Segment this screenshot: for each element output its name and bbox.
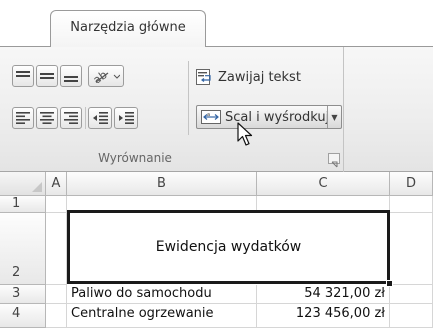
cell-d3[interactable] bbox=[390, 285, 433, 304]
wrap-text-button[interactable]: Zawijaj tekst bbox=[196, 65, 301, 89]
decrease-indent-button[interactable] bbox=[88, 107, 112, 129]
column-header-d[interactable]: D bbox=[390, 172, 433, 196]
cell-d4[interactable] bbox=[390, 304, 433, 328]
cell-c3[interactable]: 54 321,00 zł bbox=[257, 285, 390, 304]
align-left-icon bbox=[16, 112, 30, 124]
column-header-c[interactable]: C bbox=[257, 172, 390, 196]
fill-handle[interactable] bbox=[386, 280, 393, 287]
row-header-1[interactable]: 1 bbox=[0, 196, 46, 213]
middle-align-button[interactable] bbox=[36, 65, 58, 87]
column-header-b[interactable]: B bbox=[67, 172, 257, 196]
align-center-button[interactable] bbox=[36, 107, 58, 129]
svg-text:ab: ab bbox=[92, 69, 110, 83]
group-separator bbox=[188, 61, 189, 135]
select-all-corner[interactable] bbox=[0, 172, 46, 196]
cell-b3[interactable]: Paliwo do samochodu bbox=[67, 285, 257, 304]
merge-dropdown-arrow[interactable]: ▼ bbox=[327, 106, 341, 128]
row-header-4[interactable]: 4 bbox=[0, 304, 46, 328]
cell-a1[interactable] bbox=[46, 196, 67, 213]
cell-a4[interactable] bbox=[46, 304, 67, 328]
orientation-icon: ab bbox=[92, 69, 120, 83]
cell-a2[interactable] bbox=[46, 213, 67, 285]
row-header-2[interactable]: 2 bbox=[0, 213, 46, 285]
increase-indent-button[interactable] bbox=[114, 107, 138, 129]
svg-text:a: a bbox=[207, 112, 210, 118]
separator bbox=[85, 107, 86, 129]
tab-home[interactable]: Narzędzia główne bbox=[50, 10, 206, 47]
wrap-text-icon bbox=[196, 69, 211, 85]
dialog-launcher-icon[interactable] bbox=[328, 153, 340, 168]
merge-center-icon: a bbox=[201, 110, 221, 124]
align-right-icon bbox=[64, 112, 78, 124]
mouse-cursor-icon bbox=[237, 122, 253, 146]
align-right-button[interactable] bbox=[60, 107, 82, 129]
top-align-button[interactable] bbox=[12, 65, 34, 87]
worksheet-grid: A B C D 1 2 3 4 Paliwo do samochodu 54 3… bbox=[0, 172, 433, 328]
middle-align-icon bbox=[40, 73, 54, 79]
increase-indent-icon bbox=[119, 112, 134, 124]
wrap-text-label: Zawijaj tekst bbox=[218, 69, 301, 85]
cell-b4[interactable]: Centralne ogrzewanie bbox=[67, 304, 257, 328]
decrease-indent-icon bbox=[93, 112, 108, 124]
cell-a3[interactable] bbox=[46, 285, 67, 304]
bottom-align-button[interactable] bbox=[60, 65, 82, 87]
cell-d2[interactable] bbox=[390, 213, 433, 285]
merged-title-cell[interactable]: Ewidencja wydatków bbox=[67, 210, 390, 284]
align-left-button[interactable] bbox=[12, 107, 34, 129]
row-header-3[interactable]: 3 bbox=[0, 285, 46, 304]
cell-c4[interactable]: 123 456,00 zł bbox=[257, 304, 390, 328]
column-header-a[interactable]: A bbox=[46, 172, 67, 196]
alignment-group: ab Zawijaj tekst a Scal i wyśrodkuj ▼ Wy… bbox=[4, 47, 344, 172]
bottom-align-icon bbox=[64, 76, 78, 82]
cell-d1[interactable] bbox=[390, 196, 433, 213]
align-center-icon bbox=[40, 112, 54, 124]
top-align-icon bbox=[16, 71, 30, 77]
group-label: Wyrównanie bbox=[98, 151, 172, 165]
orientation-button[interactable]: ab bbox=[88, 65, 124, 87]
merge-center-button[interactable]: a Scal i wyśrodkuj ▼ bbox=[196, 105, 342, 129]
ribbon: ab Zawijaj tekst a Scal i wyśrodkuj ▼ Wy… bbox=[0, 46, 433, 172]
